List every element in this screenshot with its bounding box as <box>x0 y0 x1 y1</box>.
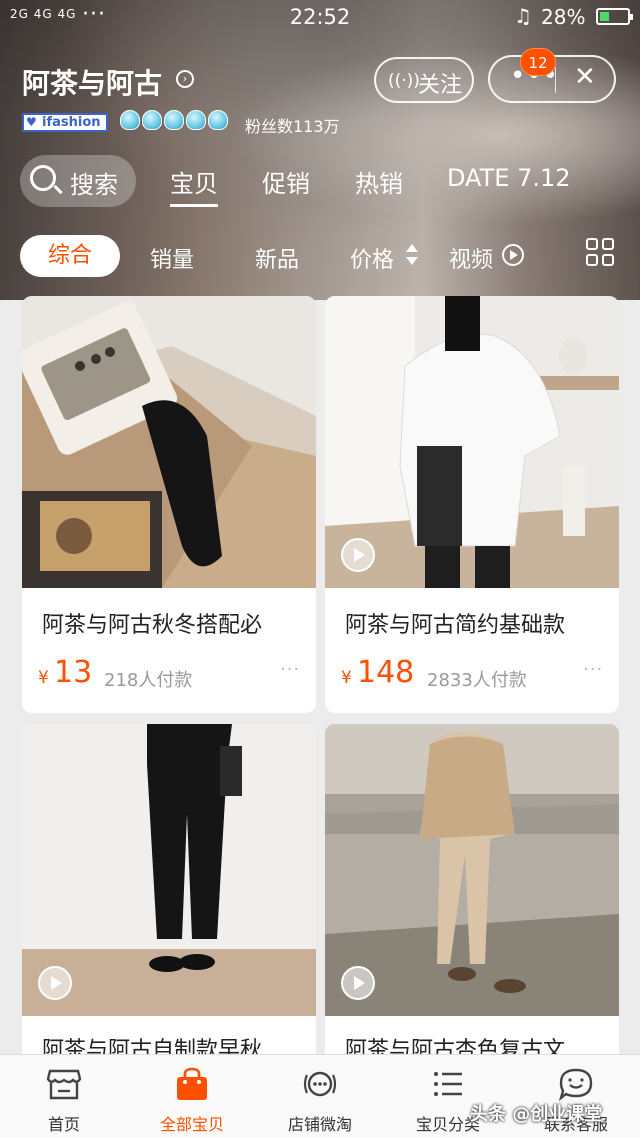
chevron-right-icon[interactable]: › <box>176 70 194 88</box>
sort-price[interactable]: 价格 <box>350 242 394 274</box>
more-options-icon[interactable]: ··· <box>280 659 300 680</box>
tab-products[interactable]: 宝贝 <box>170 164 218 207</box>
more-options-icon[interactable]: ··· <box>583 659 603 680</box>
sales-count: 218人付款 <box>104 670 193 691</box>
fans-count: 粉丝数113万 <box>245 117 340 136</box>
tab-label: 首页 <box>47 1115 80 1134</box>
shop-level-crowns <box>120 110 228 130</box>
grid-view-icon[interactable] <box>586 238 616 268</box>
sort-video[interactable]: 视频 <box>449 242 493 274</box>
crown-icon <box>186 110 206 130</box>
product-card[interactable]: 阿茶与阿古简约基础款 ¥ 148 2833人付款 ··· <box>325 296 619 713</box>
product-card[interactable]: 阿茶与阿古秋冬搭配必 ¥ 13 218人付款 ··· <box>22 296 316 713</box>
sort-arrows-icon <box>405 242 419 268</box>
battery-icon <box>596 8 633 25</box>
product-price: 148 <box>357 655 415 690</box>
tab-hot-sales[interactable]: 热销 <box>355 164 403 199</box>
product-card[interactable]: 阿茶与阿古杏色复古文 <box>325 724 619 1064</box>
crown-icon <box>142 110 162 130</box>
crown-icon <box>120 110 140 130</box>
notification-badge: 12 <box>520 48 556 76</box>
tab-promotions[interactable]: 促销 <box>262 164 310 199</box>
product-title: 阿茶与阿古简约基础款 <box>345 613 566 638</box>
shop-name[interactable]: 阿茶与阿古 <box>22 62 162 102</box>
currency-symbol: ¥ <box>341 668 352 688</box>
follow-label: 关注 <box>418 73 463 98</box>
search-label: 搜索 <box>70 171 118 199</box>
product-price: 13 <box>54 655 93 690</box>
video-play-button[interactable] <box>341 966 375 1000</box>
product-image <box>22 296 316 588</box>
search-button[interactable]: 搜索 <box>20 155 136 207</box>
sort-new[interactable]: 新品 <box>255 242 299 274</box>
follow-button[interactable]: ((·)) 关注 <box>374 57 474 103</box>
crown-icon <box>208 110 228 130</box>
broadcast-icon: ((·)) <box>388 71 420 91</box>
tab-all-products[interactable]: 全部宝贝 <box>128 1055 256 1138</box>
sort-sales[interactable]: 销量 <box>150 242 194 274</box>
tab-shop-feed[interactable]: 店铺微淘 <box>256 1055 384 1138</box>
tab-label: 店铺微淘 <box>287 1115 352 1134</box>
broadcast-icon <box>303 1071 337 1097</box>
currency-symbol: ¥ <box>38 668 49 688</box>
storefront-icon <box>46 1069 82 1100</box>
close-icon[interactable]: ✕ <box>574 62 596 92</box>
play-circle-icon <box>502 244 524 266</box>
ifashion-badge: ifashion <box>22 113 108 132</box>
product-card[interactable]: 阿茶与阿古自制款早秋 <box>22 724 316 1064</box>
battery-percent: 28% <box>541 5 586 29</box>
sort-filter-bar: 综合 销量 新品 价格 视频 <box>0 230 640 284</box>
sort-comprehensive[interactable]: 综合 <box>20 235 120 277</box>
tab-home[interactable]: 首页 <box>0 1055 128 1138</box>
status-bar: 2G 4G 4G ··· 22:52 ♫ 28% <box>0 0 640 34</box>
headphone-icon: ♫ <box>514 4 532 28</box>
tab-label: 全部宝贝 <box>159 1115 224 1134</box>
crown-icon <box>164 110 184 130</box>
chat-bubble-icon <box>558 1068 593 1101</box>
list-icon <box>434 1072 462 1096</box>
capsule-divider <box>555 67 556 93</box>
product-title: 阿茶与阿古秋冬搭配必 <box>42 613 263 638</box>
video-play-button[interactable] <box>38 966 72 1000</box>
sales-count: 2833人付款 <box>427 670 527 691</box>
watermark: 头条 @创业课堂 <box>470 1104 603 1125</box>
search-icon <box>30 165 56 191</box>
video-play-button[interactable] <box>341 538 375 572</box>
tab-date[interactable]: DATE 7.12 <box>447 164 571 192</box>
shopping-bag-icon <box>177 1067 207 1100</box>
